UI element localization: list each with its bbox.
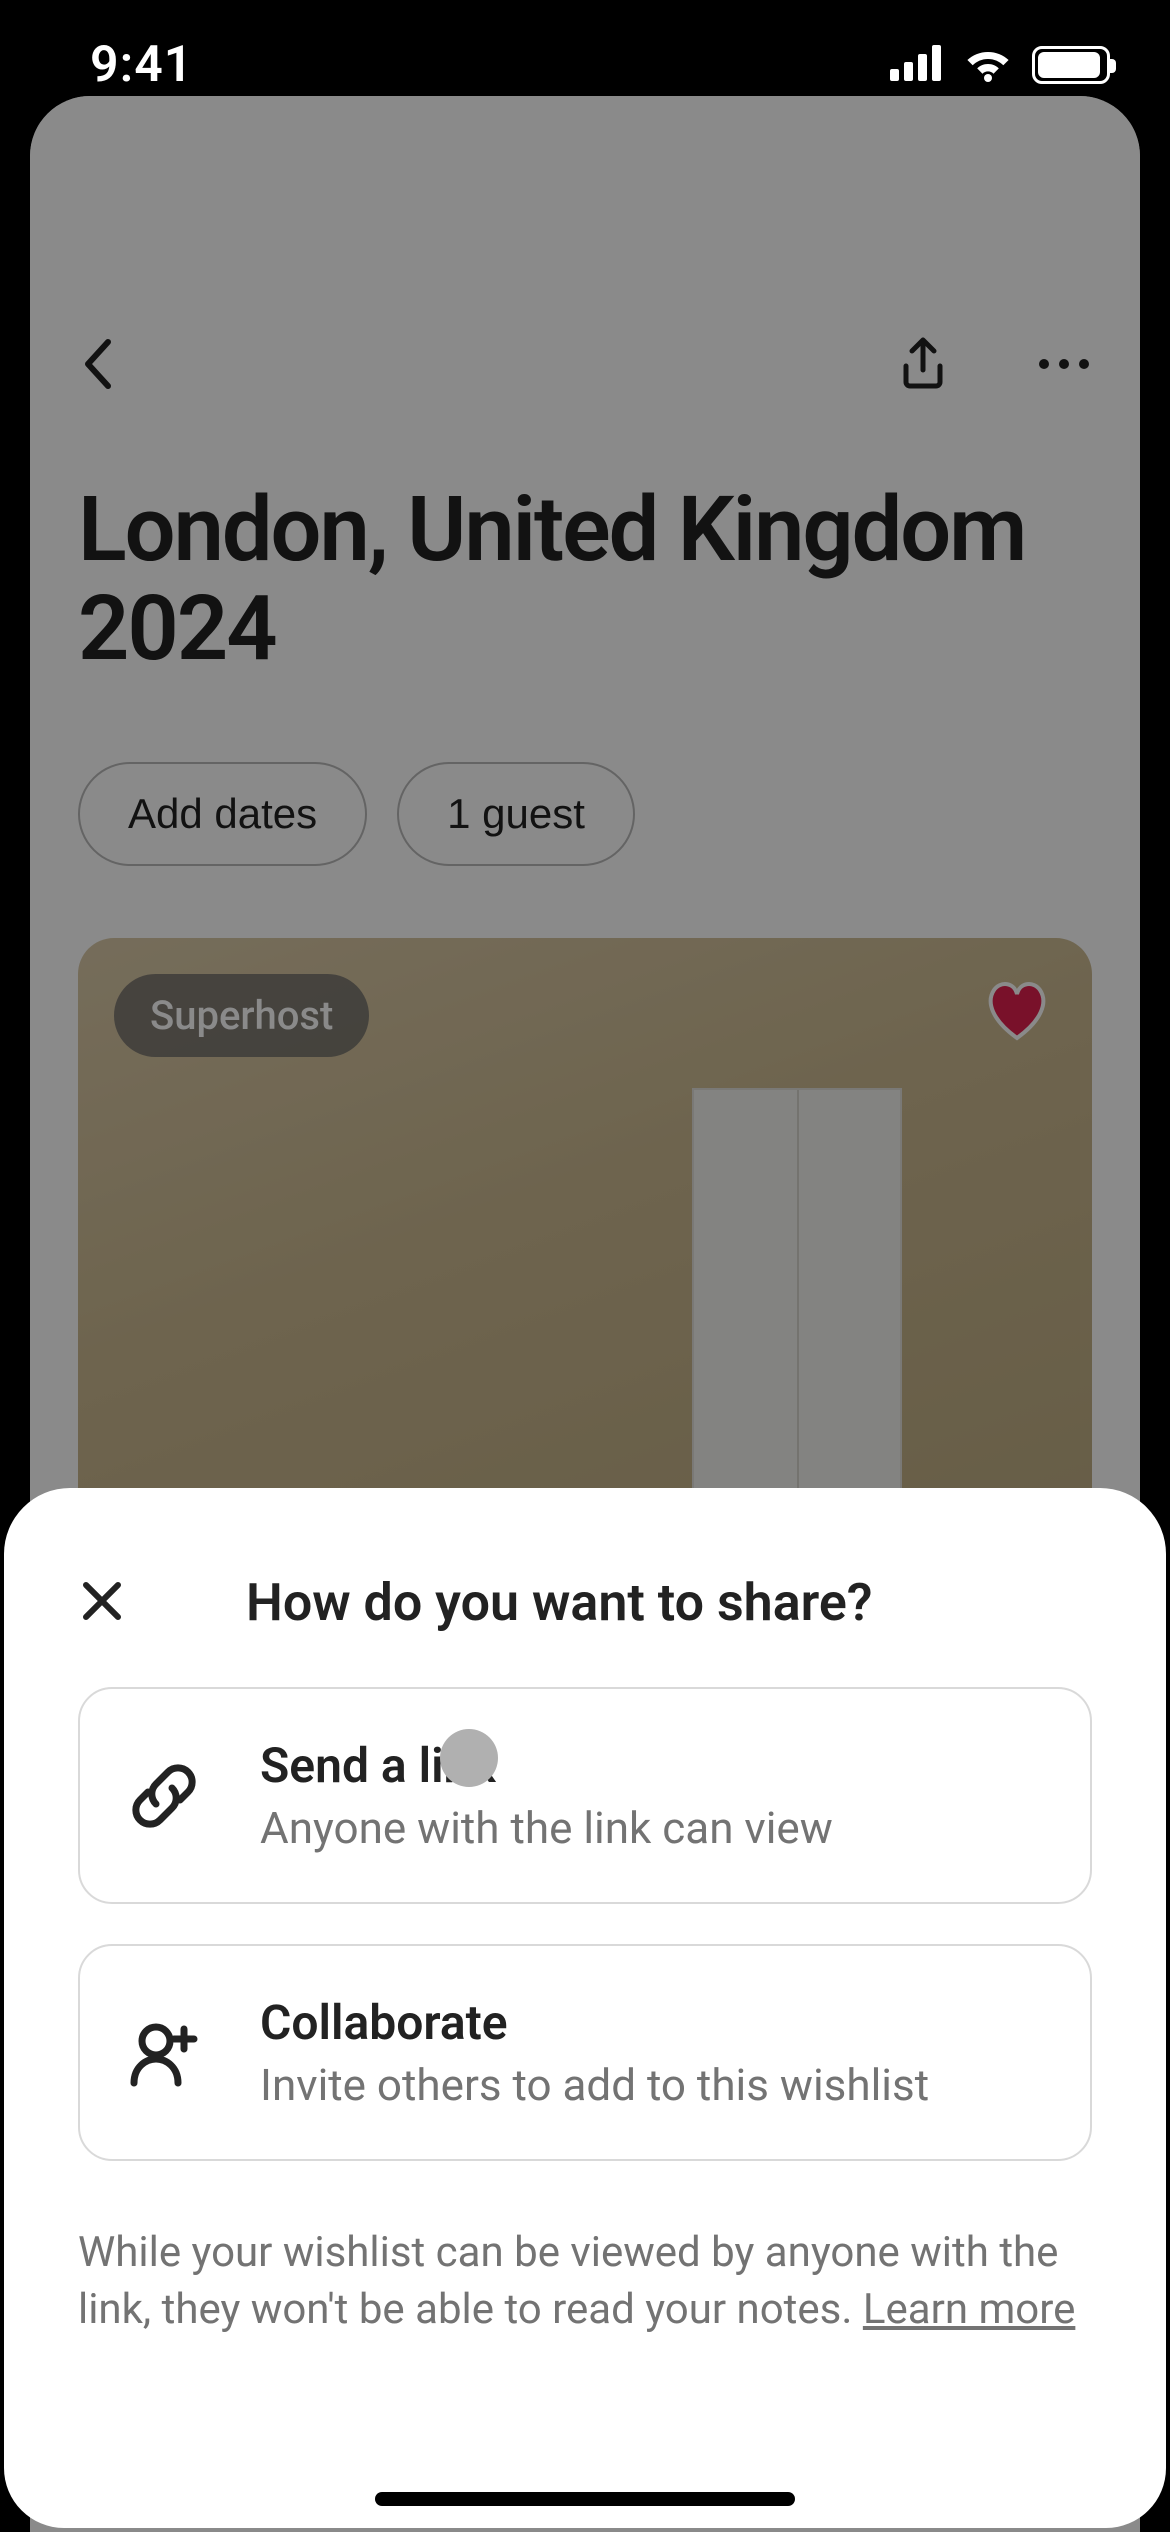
status-time: 9:41 [90, 36, 193, 94]
option-title: Send a link [260, 1737, 833, 1794]
sheet-title: How do you want to share? [246, 1572, 872, 1633]
loading-dot [440, 1729, 498, 1787]
link-icon [122, 1754, 206, 1838]
wifi-icon [962, 44, 1014, 86]
option-subtitle: Invite others to add to this wishlist [260, 2059, 929, 2111]
status-icons [890, 44, 1110, 86]
share-disclaimer: While your wishlist can be viewed by any… [78, 2225, 1092, 2338]
share-sheet: How do you want to share? Send a link An… [4, 1488, 1166, 2528]
battery-icon [1032, 46, 1110, 84]
option-title: Collaborate [260, 1994, 929, 2051]
option-send-link[interactable]: Send a link Anyone with the link can vie… [78, 1687, 1092, 1904]
option-subtitle: Anyone with the link can view [260, 1802, 833, 1854]
close-icon[interactable] [78, 1577, 126, 1629]
add-person-icon [122, 2011, 206, 2095]
option-collaborate[interactable]: Collaborate Invite others to add to this… [78, 1944, 1092, 2161]
sheet-header: How do you want to share? [78, 1488, 1092, 1633]
learn-more-link[interactable]: Learn more [863, 2285, 1075, 2334]
cellular-icon [890, 45, 944, 85]
home-indicator[interactable] [375, 2492, 795, 2506]
